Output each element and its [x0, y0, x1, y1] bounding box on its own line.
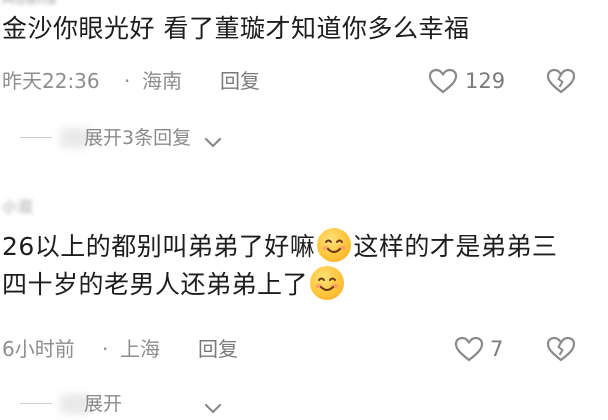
expand-replies[interactable]: 展开3条回复	[20, 124, 240, 152]
comment-text-part: 26以上的都别叫弟弟了好嘛	[2, 232, 316, 261]
username-blurred[interactable]: Moana	[2, 0, 57, 8]
expand-replies[interactable]: 展开	[20, 390, 240, 418]
comment-text: 26以上的都别叫弟弟了好嘛 这样的才是弟弟三四十岁的老男人还弟弟上了	[2, 228, 562, 304]
comment-meta: 昨天22:36 · 海南 回复 129	[2, 66, 608, 96]
expand-replies-label[interactable]: 展开3条回复	[84, 124, 191, 152]
broken-heart-icon[interactable]	[546, 336, 576, 367]
reply-button[interactable]: 回复	[198, 334, 238, 364]
comment-time: 6小时前	[2, 337, 75, 361]
separator-dot: ·	[124, 69, 131, 93]
heart-outline-icon[interactable]	[428, 68, 458, 99]
chevron-down-icon[interactable]	[204, 398, 222, 420]
expand-divider	[20, 403, 52, 404]
expand-replies-label[interactable]: 展开	[84, 390, 122, 418]
comment-location: 海南	[142, 69, 182, 93]
like-count: 7	[490, 337, 504, 361]
comment-time: 昨天22:36	[2, 69, 100, 93]
smiling-face-emoji	[310, 266, 345, 300]
smiling-face-emoji	[317, 228, 352, 262]
heart-outline-icon[interactable]	[454, 336, 484, 367]
comment-meta: 6小时前 · 上海 回复 7	[2, 334, 608, 364]
chevron-down-icon[interactable]	[204, 132, 222, 154]
separator-dot: ·	[102, 337, 109, 361]
reply-button[interactable]: 回复	[220, 66, 260, 96]
broken-heart-icon[interactable]	[546, 68, 576, 99]
like-count: 129	[465, 69, 506, 93]
username-blurred[interactable]: 小双	[2, 196, 34, 217]
expand-divider	[20, 137, 52, 138]
comment-location: 上海	[120, 337, 160, 361]
comment-text: 金沙你眼光好 看了董璇才知道你多么幸福	[2, 14, 470, 43]
